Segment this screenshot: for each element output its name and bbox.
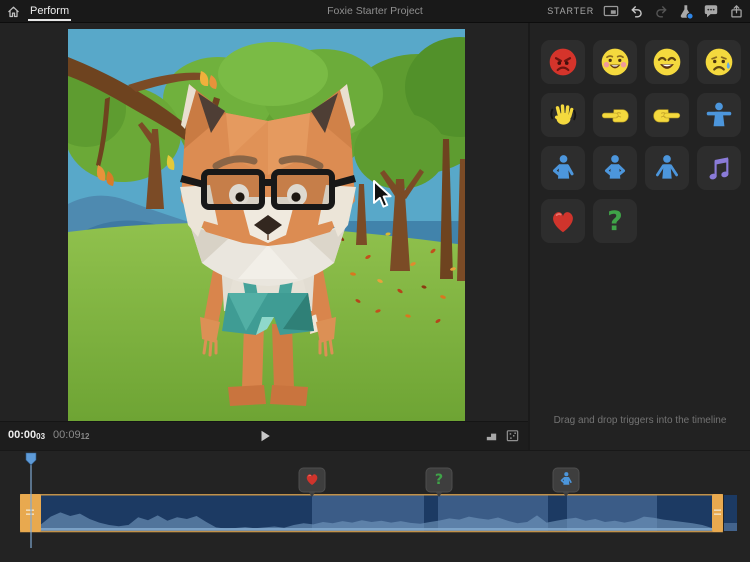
point-left-hand-icon — [599, 99, 631, 131]
trigger-person-arms-down[interactable] — [645, 146, 689, 190]
point-right-hand-icon — [651, 99, 683, 131]
person-hand-on-hip-icon — [547, 152, 579, 184]
texture-button[interactable] — [505, 428, 520, 448]
play-button[interactable] — [256, 428, 274, 444]
question-mark-icon: ? — [599, 205, 631, 237]
levels-button[interactable] — [484, 428, 499, 448]
trigger-wave-hand[interactable] — [541, 93, 585, 137]
trigger-laughing-face[interactable] — [645, 40, 689, 84]
trigger-grid: ? — [541, 40, 745, 243]
duration-time: 00:09 — [53, 429, 81, 441]
fox-scene — [68, 29, 465, 421]
trigger-music-notes[interactable] — [697, 146, 741, 190]
timecode: 00:0003 00:0912 — [8, 429, 89, 441]
current-time: 00:00 — [8, 429, 36, 441]
main-area: 00:0003 00:0912 — [0, 23, 750, 450]
music-notes-icon — [703, 152, 735, 184]
trigger-embarrassed-face[interactable] — [593, 40, 637, 84]
duration-frames: 12 — [81, 432, 90, 441]
timeline-panel: ? — [0, 450, 750, 562]
clip-right-handle[interactable] — [712, 494, 723, 532]
scene-stage[interactable] — [68, 29, 465, 421]
play-icon — [258, 429, 272, 443]
redo-icon — [654, 4, 669, 19]
labs-button[interactable] — [678, 3, 694, 19]
share-button[interactable] — [728, 3, 744, 19]
angry-face-icon — [547, 46, 579, 78]
trigger-heart[interactable] — [541, 199, 585, 243]
notification-badge — [687, 13, 693, 19]
trigger-person-hands-on-hips[interactable] — [593, 146, 637, 190]
undo-button[interactable] — [628, 3, 644, 19]
character-animator-window: Perform Foxie Starter Project STARTER — [0, 0, 750, 562]
redo-button[interactable] — [653, 3, 669, 19]
embarrassed-face-icon — [599, 46, 631, 78]
trigger-angry-face[interactable] — [541, 40, 585, 84]
trigger-question-mark[interactable]: ? — [593, 199, 637, 243]
svg-text:?: ? — [435, 472, 443, 488]
sad-face-icon — [703, 46, 735, 78]
trigger-point-right-hand[interactable] — [645, 93, 689, 137]
transport-bar: 00:0003 00:0912 — [0, 421, 528, 450]
trigger-person-hand-on-hip[interactable] — [541, 146, 585, 190]
levels-icon — [484, 428, 499, 443]
undo-icon — [629, 4, 644, 19]
trigger-person-arms-out[interactable] — [697, 93, 741, 137]
plan-badge: STARTER — [547, 6, 594, 16]
laughing-face-icon — [651, 46, 683, 78]
wave-hand-icon — [547, 99, 579, 131]
flask-icon — [678, 3, 694, 20]
trigger-point-left-hand[interactable] — [593, 93, 637, 137]
timeline-marker-heart[interactable] — [299, 468, 325, 497]
current-frames: 03 — [36, 432, 45, 441]
triggers-hint: Drag and drop triggers into the timeline — [530, 415, 750, 426]
timeline-marker-question-mark[interactable]: ? — [426, 468, 452, 497]
timeline-canvas: ? — [0, 451, 750, 562]
person-hands-on-hips-icon — [599, 152, 631, 184]
chat-bubble-icon — [703, 3, 719, 19]
home-icon — [6, 4, 21, 19]
picture-in-picture-icon — [603, 3, 619, 19]
timeline-marker-person-hand-on-hip[interactable] — [553, 468, 579, 497]
person-arms-down-icon — [651, 152, 683, 184]
share-export-icon — [729, 4, 744, 19]
tab-perform[interactable]: Perform — [26, 0, 73, 22]
triggers-panel: ? Drag and drop triggers into the timeli… — [528, 23, 750, 450]
feedback-button[interactable] — [703, 3, 719, 19]
texture-icon — [505, 428, 520, 443]
svg-text:?: ? — [607, 206, 622, 237]
switch-mode-button[interactable] — [603, 3, 619, 19]
home-button[interactable] — [0, 0, 26, 22]
top-bar: Perform Foxie Starter Project STARTER — [0, 0, 750, 23]
stage-panel: 00:0003 00:0912 — [0, 23, 528, 450]
stage-option-buttons — [484, 428, 520, 448]
titlebar-actions: STARTER — [547, 0, 744, 22]
heart-icon — [547, 205, 579, 237]
trigger-sad-face[interactable] — [697, 40, 741, 84]
person-arms-out-icon — [703, 99, 735, 131]
